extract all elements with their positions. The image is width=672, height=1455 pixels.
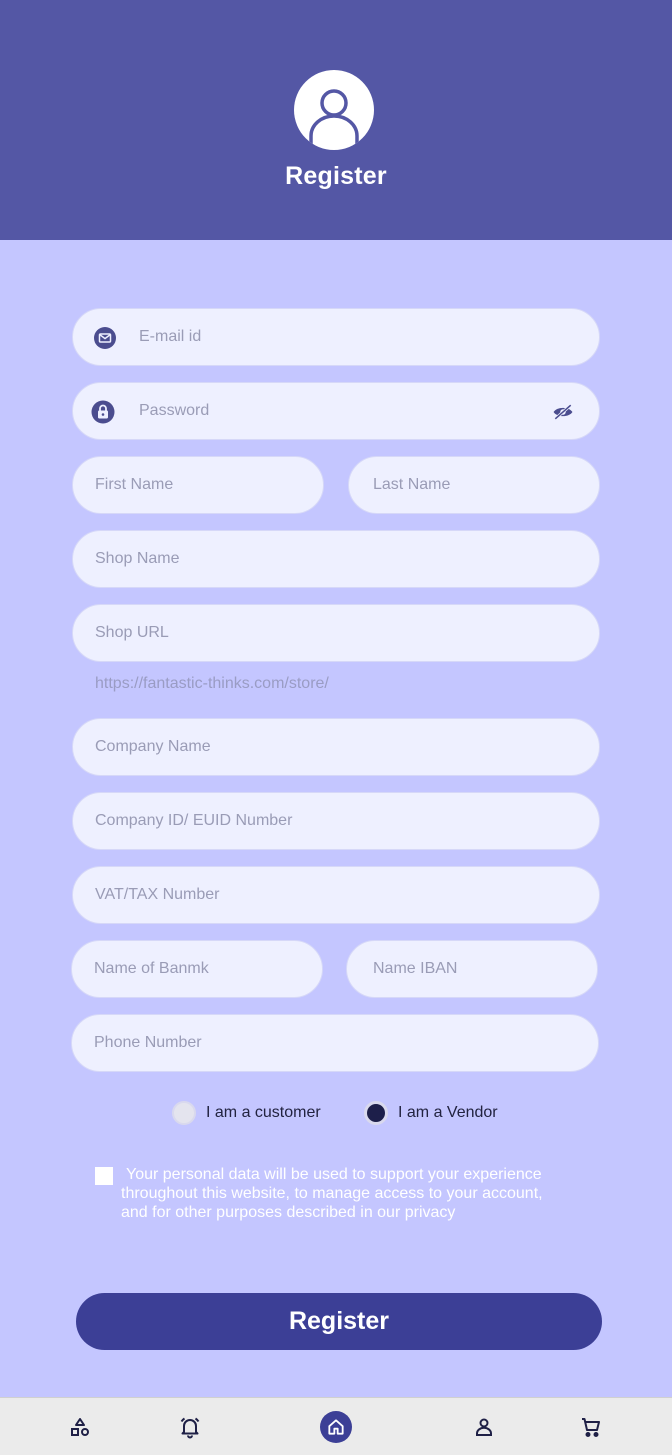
shop-name-input[interactable] — [95, 531, 575, 587]
home-icon[interactable] — [320, 1411, 352, 1443]
password-field-container — [72, 382, 600, 440]
page-title: Register — [285, 162, 387, 190]
shop-name-field-container — [72, 530, 600, 588]
company-name-input[interactable] — [95, 719, 575, 775]
email-input[interactable] — [139, 309, 579, 365]
consent: Your personal data will be used to suppo… — [95, 1165, 555, 1222]
bottom-nav — [0, 1397, 672, 1455]
vat-field-container — [72, 866, 600, 924]
shop-url-field-container — [72, 604, 600, 662]
shop-url-input[interactable] — [95, 605, 575, 661]
mail-icon — [93, 326, 117, 350]
phone-input[interactable] — [94, 1015, 574, 1071]
iban-field-container — [346, 940, 598, 998]
vendor-radio[interactable] — [364, 1101, 388, 1125]
header: Register — [0, 0, 672, 240]
vendor-radio-label: I am a Vendor — [398, 1104, 498, 1121]
lock-icon — [91, 400, 115, 424]
company-id-input[interactable] — [95, 793, 575, 849]
last-name-field-container — [348, 456, 600, 514]
cart-icon[interactable] — [576, 1412, 606, 1442]
role-option-customer[interactable]: I am a customer — [172, 1100, 321, 1126]
user-icon[interactable] — [469, 1412, 499, 1442]
register-button[interactable]: Register — [76, 1293, 602, 1350]
bell-icon[interactable] — [175, 1412, 205, 1442]
customer-radio[interactable] — [172, 1101, 196, 1125]
email-field-container — [72, 308, 600, 366]
consent-text: Your personal data will be used to suppo… — [121, 1166, 543, 1221]
bank-name-field-container — [71, 940, 323, 998]
shapes-icon[interactable] — [65, 1412, 95, 1442]
role-option-vendor[interactable]: I am a Vendor — [364, 1100, 498, 1126]
company-name-field-container — [72, 718, 600, 776]
consent-checkbox[interactable] — [95, 1167, 113, 1185]
user-icon — [294, 70, 374, 150]
bank-name-input[interactable] — [94, 941, 304, 997]
first-name-input[interactable] — [95, 457, 305, 513]
vat-input[interactable] — [95, 867, 575, 923]
last-name-input[interactable] — [373, 457, 583, 513]
phone-field-container — [71, 1014, 599, 1072]
iban-input[interactable] — [373, 941, 583, 997]
customer-radio-label: I am a customer — [206, 1104, 321, 1121]
shop-url-hint: https://fantastic-thinks.com/store/ — [95, 675, 329, 692]
company-id-field-container — [72, 792, 600, 850]
first-name-field-container — [72, 456, 324, 514]
eye-off-icon[interactable] — [551, 400, 579, 424]
password-input[interactable] — [139, 383, 539, 439]
